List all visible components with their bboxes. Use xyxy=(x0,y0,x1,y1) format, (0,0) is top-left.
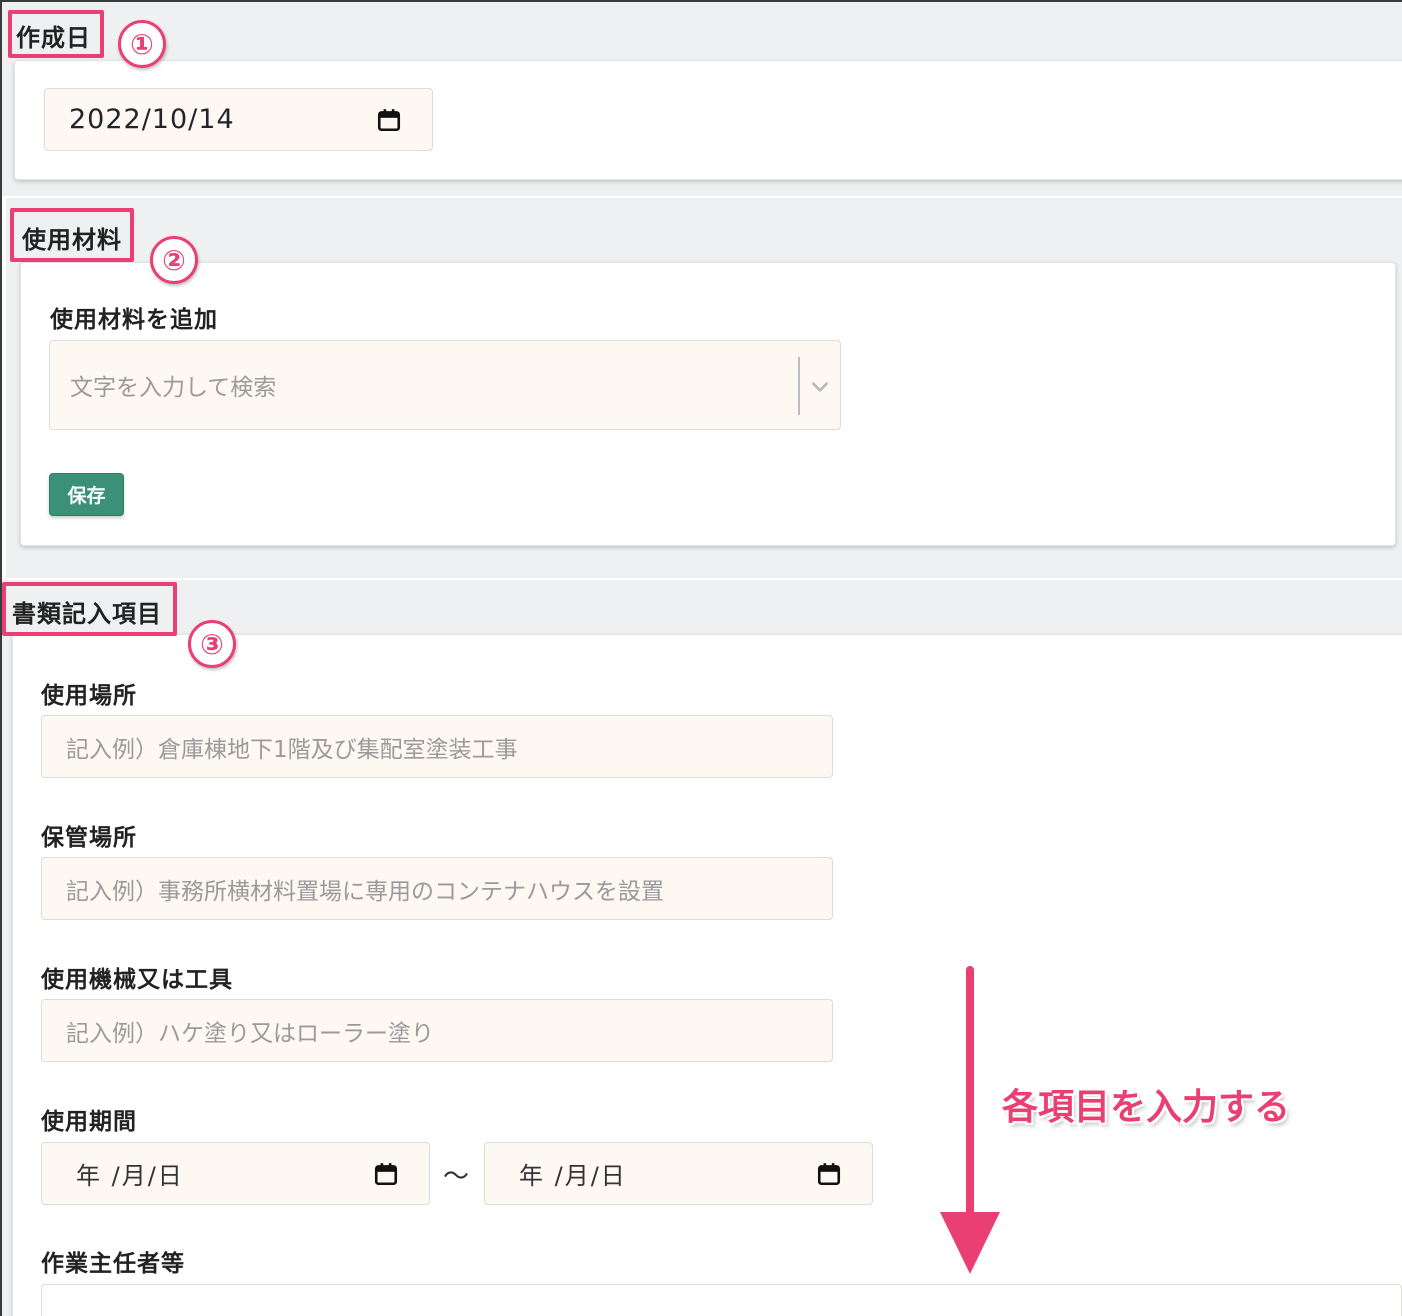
machinery-tools-placeholder: 記入例）ハケ塗り又はローラー塗り xyxy=(66,1020,434,1047)
supervisor-label: 作業主任者等 xyxy=(41,1251,185,1277)
save-button[interactable]: 保存 xyxy=(49,473,124,516)
select-divider xyxy=(798,357,800,415)
highlight-box-created-date xyxy=(8,10,104,58)
period-end-date-input[interactable]: 年 /月/日 xyxy=(484,1142,873,1205)
created-date-input[interactable]: 2022/10/14 xyxy=(44,88,433,151)
created-date-value: 2022/10/14 xyxy=(69,104,235,135)
usage-period-label: 使用期間 xyxy=(41,1109,137,1135)
step-badge-3-text: ③ xyxy=(200,627,224,661)
period-start-date-input[interactable]: 年 /月/日 xyxy=(41,1142,430,1205)
supervisor-input[interactable] xyxy=(41,1284,1402,1316)
material-search-placeholder: 文字を入力して検索 xyxy=(70,375,277,401)
machinery-tools-label: 使用機械又は工具 xyxy=(41,967,233,993)
calendar-icon[interactable] xyxy=(376,107,402,133)
storage-location-input[interactable]: 記入例）事務所横材料置場に専用のコンテナハウスを設置 xyxy=(41,857,833,920)
step-badge-2-text: ② xyxy=(162,243,186,277)
highlight-box-materials xyxy=(10,208,134,262)
step-badge-3: ③ xyxy=(188,620,236,668)
storage-location-placeholder: 記入例）事務所横材料置場に専用のコンテナハウスを設置 xyxy=(66,878,664,905)
step-badge-1-text: ① xyxy=(130,27,154,61)
period-end-placeholder: 年 /月/日 xyxy=(519,1162,627,1190)
usage-location-placeholder: 記入例）倉庫棟地下1階及び集配室塗装工事 xyxy=(66,736,518,763)
down-arrow-annotation xyxy=(940,966,1000,1274)
highlight-box-document-fields xyxy=(2,582,177,636)
usage-location-label: 使用場所 xyxy=(41,683,137,709)
machinery-tools-input[interactable]: 記入例）ハケ塗り又はローラー塗り xyxy=(41,999,833,1062)
storage-location-label: 保管場所 xyxy=(41,825,137,851)
material-search-select[interactable]: 文字を入力して検索 xyxy=(49,340,841,430)
step-badge-1: ① xyxy=(118,20,166,68)
calendar-icon[interactable] xyxy=(816,1161,842,1187)
period-start-placeholder: 年 /月/日 xyxy=(76,1162,184,1190)
usage-location-input[interactable]: 記入例）倉庫棟地下1階及び集配室塗装工事 xyxy=(41,715,833,778)
annotation-text: 各項目を入力する xyxy=(1002,1087,1291,1128)
period-separator: 〜 xyxy=(443,1162,470,1192)
chevron-down-icon[interactable] xyxy=(809,376,831,398)
add-material-label: 使用材料を追加 xyxy=(50,307,218,333)
step-badge-2: ② xyxy=(150,236,198,284)
calendar-icon[interactable] xyxy=(373,1161,399,1187)
